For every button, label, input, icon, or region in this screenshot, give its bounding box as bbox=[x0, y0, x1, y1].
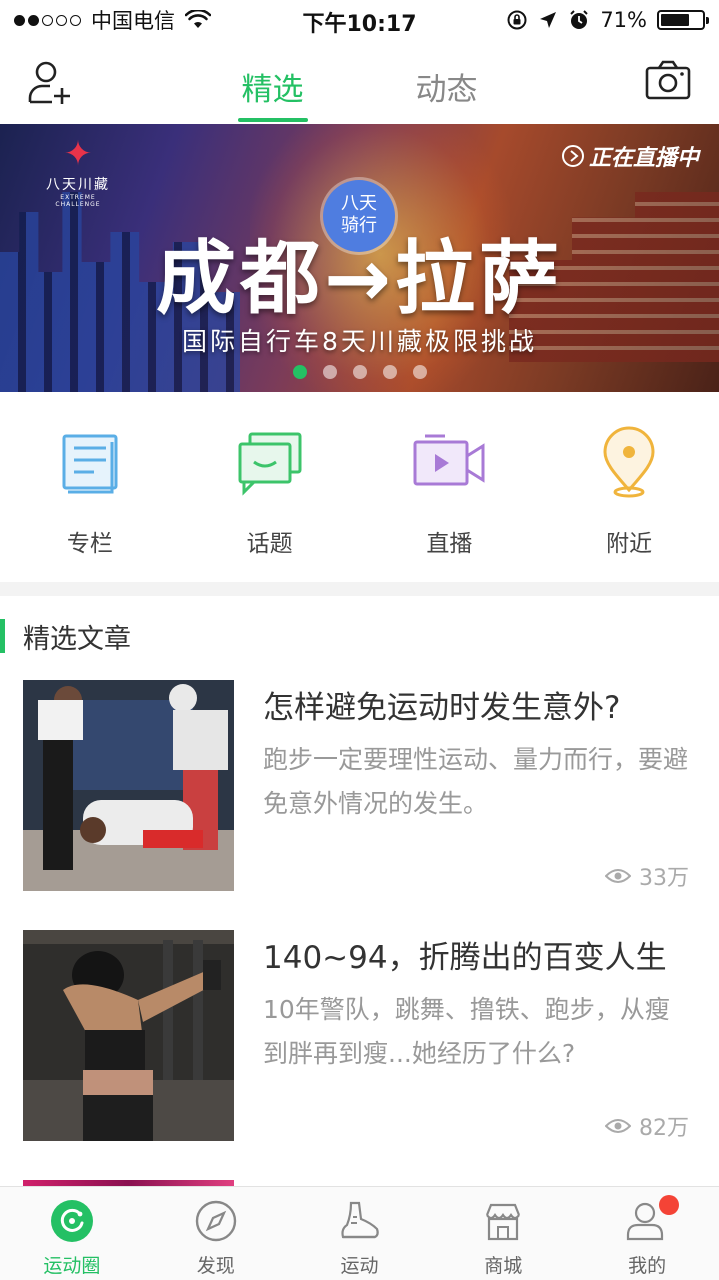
header-tabs: 精选 动态 bbox=[0, 40, 719, 124]
article-card[interactable]: 怎样避免运动时发生意外? 跑步一定要理性运动、量力而行，要避免意外情况的发生。 … bbox=[23, 680, 699, 892]
location-arrow-icon bbox=[540, 12, 557, 28]
article-summary: 跑步一定要理性运动、量力而行，要避免意外情况的发生。 bbox=[263, 745, 689, 818]
section-divider bbox=[0, 582, 719, 596]
carousel-dot[interactable] bbox=[352, 365, 367, 379]
article-summary: 10年警队，跳舞、撸铁、跑步，从瘦到胖再到瘦...她经历了什么? bbox=[263, 995, 670, 1068]
status-bar: 中国电信 下午10:17 71% bbox=[0, 0, 719, 40]
tab-featured[interactable]: 精选 bbox=[237, 40, 308, 124]
section-title: 精选文章 bbox=[23, 623, 131, 655]
topic-icon bbox=[238, 432, 302, 496]
store-icon bbox=[486, 1203, 521, 1241]
compass-icon bbox=[195, 1200, 236, 1242]
eye-icon bbox=[605, 869, 631, 883]
live-now-label[interactable]: 正在直播中 bbox=[561, 140, 699, 172]
carousel-indicator bbox=[0, 365, 719, 379]
article-thumbnail bbox=[23, 930, 234, 1141]
tabbar-item-shop[interactable]: 商城 bbox=[431, 1187, 575, 1280]
carrier-name: 中国电信 bbox=[91, 9, 175, 33]
view-count: 82万 bbox=[605, 1110, 689, 1142]
article-title: 怎样避免运动时发生意外? bbox=[263, 690, 621, 726]
section-accent-bar bbox=[0, 619, 5, 653]
quick-item-live[interactable]: 直播 bbox=[360, 392, 540, 582]
alarm-icon bbox=[570, 10, 589, 29]
article-title: 140~94，折腾出的百变人生 bbox=[263, 940, 667, 976]
bottom-tab-bar: 运动圈 发现 运动 商城 我的 bbox=[0, 1186, 719, 1280]
camera-icon[interactable] bbox=[645, 60, 691, 100]
tabbar-item-circle[interactable]: 运动圈 bbox=[0, 1187, 144, 1280]
rotation-lock-icon bbox=[507, 10, 527, 30]
eye-icon bbox=[605, 1119, 631, 1133]
quick-item-column[interactable]: 专栏 bbox=[0, 392, 180, 582]
notification-badge bbox=[659, 1195, 680, 1215]
view-count: 33万 bbox=[605, 860, 689, 892]
article-card[interactable]: 140~94，折腾出的百变人生 10年警队，跳舞、撸铁、跑步，从瘦到胖再到瘦..… bbox=[23, 930, 699, 1142]
carousel-dot[interactable] bbox=[412, 365, 427, 379]
battery-percent: 71% bbox=[600, 8, 647, 32]
tabbar-item-discover[interactable]: 发现 bbox=[144, 1187, 288, 1280]
battery-icon bbox=[657, 10, 709, 30]
shoe-icon bbox=[341, 1201, 380, 1239]
event-logo: ✦ 八天川藏 EXTREME CHALLENGE bbox=[46, 134, 110, 208]
carousel-dot[interactable] bbox=[382, 365, 397, 379]
article-thumbnail bbox=[23, 680, 234, 891]
sport-circle-icon bbox=[50, 1200, 93, 1242]
quick-item-topic[interactable]: 话题 bbox=[180, 392, 360, 582]
signal-strength-icon bbox=[14, 14, 81, 26]
column-icon bbox=[62, 434, 118, 494]
banner-subtitle: 国际自行车8天川藏极限挑战 bbox=[182, 327, 537, 356]
carousel-dot[interactable] bbox=[322, 365, 337, 379]
tabbar-item-sport[interactable]: 运动 bbox=[288, 1187, 432, 1280]
banner-title: 成都→拉萨 bbox=[155, 232, 564, 325]
header: 精选 动态 bbox=[0, 40, 719, 124]
section-header: 精选文章 bbox=[0, 612, 131, 660]
play-circle-icon bbox=[561, 145, 584, 167]
wifi-icon bbox=[185, 10, 211, 28]
quick-item-nearby[interactable]: 附近 bbox=[539, 392, 719, 582]
live-video-icon bbox=[413, 434, 485, 486]
tab-feed[interactable]: 动态 bbox=[416, 40, 478, 124]
tabbar-item-me[interactable]: 我的 bbox=[575, 1187, 719, 1280]
location-pin-icon bbox=[603, 426, 655, 498]
carousel-dot[interactable] bbox=[292, 365, 307, 379]
quick-menu: 专栏 话题 直播 附近 bbox=[0, 392, 719, 582]
promo-banner[interactable]: ✦ 八天川藏 EXTREME CHALLENGE 正在直播中 八天 骑行 成都→… bbox=[0, 124, 719, 392]
